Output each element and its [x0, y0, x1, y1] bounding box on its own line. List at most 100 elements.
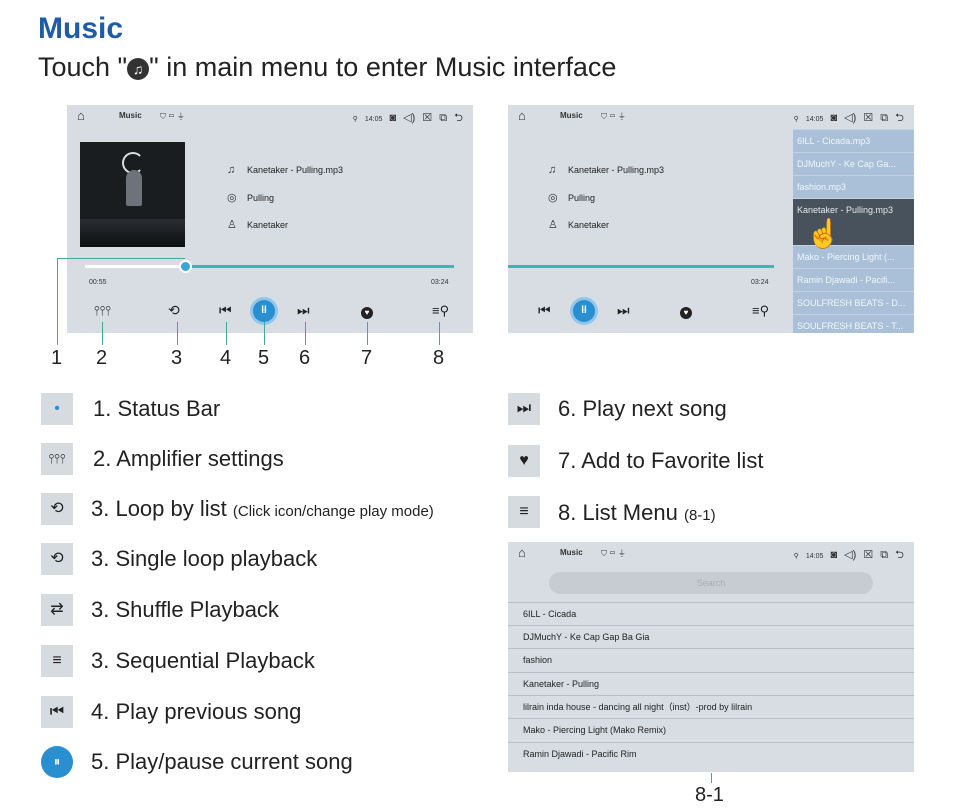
legend-text: 2. Amplifier settings	[93, 446, 284, 471]
legend-text: 3. Loop by list	[91, 496, 227, 521]
callout-number: 6	[299, 347, 311, 369]
search-input[interactable]: Search	[549, 572, 873, 594]
list-menu-figure-label: 8-1	[695, 784, 724, 806]
hand-pointer-icon: ☝	[806, 218, 841, 249]
status-indicator-icons: ⛉ ▭ ⏚	[601, 112, 626, 121]
person-icon: ♙	[548, 219, 558, 231]
gps-icon: ⚲	[793, 553, 799, 560]
favorite-icon[interactable]: ♥	[361, 307, 373, 319]
status-bar: ⌂ Music ⛉ ▭ ⏚ ⚲ 14:05 ◙ ◁) ☒ ⧉ ⮌	[508, 542, 914, 564]
callout-7-line	[367, 322, 368, 345]
clock: 14:05	[364, 116, 383, 123]
clock: 14:05	[805, 553, 824, 560]
list-item[interactable]: fashion	[508, 648, 914, 672]
home-icon[interactable]: ⌂	[518, 108, 526, 123]
play-pause-button[interactable]: ll	[253, 300, 275, 322]
album-art	[80, 142, 185, 247]
callout-number: 4	[220, 347, 232, 369]
legend-text: 4. Play previous song	[91, 699, 302, 724]
previous-icon[interactable]: ⏮	[219, 302, 232, 319]
callout-4-line	[226, 322, 227, 345]
previous-icon[interactable]: ⏮	[538, 302, 551, 319]
elapsed-time: 00:55	[89, 279, 107, 286]
callout-6-line	[305, 322, 306, 345]
playlist-item[interactable]: 6ILL - Cicada.mp3	[793, 129, 914, 153]
artist-name: Kanetaker	[568, 220, 610, 230]
person-icon: ♙	[227, 219, 237, 231]
callout-1-hline	[57, 258, 185, 259]
playlist-item[interactable]: Ramin Djawadi - Pacifi...	[793, 268, 914, 292]
list-item[interactable]: lilrain inda house - dancing all night（i…	[508, 695, 914, 719]
album-name: Pulling	[568, 193, 596, 203]
next-icon[interactable]: ⏭	[617, 302, 630, 319]
legend-text: 3. Sequential Playback	[91, 648, 315, 673]
list-menu-icon[interactable]: ≡⚲	[432, 303, 449, 319]
favorite-icon[interactable]: ♥	[680, 307, 692, 319]
legend-row: 3. Loop by list (Click icon/change play …	[91, 496, 434, 522]
artist-name: Kanetaker	[247, 220, 289, 230]
system-buttons[interactable]: ◙ ◁) ☒ ⧉ ⮌	[830, 549, 904, 561]
callout-5-line	[264, 322, 265, 345]
subtitle-text-after: " in main menu to enter Music interface	[149, 52, 617, 82]
list-menu-screen: ⌂ Music ⛉ ▭ ⏚ ⚲ 14:05 ◙ ◁) ☒ ⧉ ⮌ Search …	[508, 542, 914, 772]
legend-note: (8-1)	[683, 507, 716, 524]
legend-note: (Click icon/change play mode)	[232, 503, 434, 520]
playlist-item[interactable]: fashion.mp3	[793, 175, 914, 199]
next-icon[interactable]: ⏭	[297, 302, 310, 319]
screen-title: Music	[119, 111, 142, 120]
screen-title: Music	[560, 111, 583, 120]
list-item[interactable]: Kanetaker - Pulling	[508, 672, 914, 696]
list-item[interactable]: DJMuchY - Ke Cap Gap Ba Gia	[508, 625, 914, 649]
legend-text: 3. Single loop playback	[91, 546, 318, 571]
page-subtitle: Touch " ♫ " in main menu to enter Music in…	[38, 52, 616, 83]
progress-knob[interactable]	[179, 260, 192, 273]
status-right-group: ⚲ 14:05 ◙ ◁) ☒ ⧉ ⮌	[353, 109, 463, 128]
list-menu-icon[interactable]: ≡⚲	[752, 303, 769, 319]
home-icon[interactable]: ⌂	[77, 108, 85, 123]
total-time: 03:24	[751, 279, 769, 286]
list-item[interactable]: 6ILL - Cicada	[508, 602, 914, 626]
legend-text: 7. Add to Favorite list	[558, 448, 764, 473]
playlist-item[interactable]: SOULFRESH BEATS - D...	[793, 291, 914, 315]
callout-number: 3	[171, 347, 183, 369]
screen-title: Music	[560, 548, 583, 557]
album-row: ◎ Pulling	[548, 191, 595, 204]
music-app-icon: ♫	[127, 58, 150, 80]
shuffle-legend-icon: ⇄	[41, 594, 73, 626]
callout-number: 7	[361, 347, 373, 369]
home-icon[interactable]: ⌂	[518, 545, 526, 560]
subtitle-text-before: Touch "	[38, 52, 128, 82]
list-item[interactable]: Ramin Djawadi - Pacific Rim	[508, 742, 914, 766]
callout-8-line	[439, 322, 440, 345]
playlist-item[interactable]: SOULFRESH BEATS - T...	[793, 314, 914, 333]
legend-text: 3. Shuffle Playback	[91, 597, 279, 622]
loop-list-legend-icon: ⟲	[41, 493, 73, 525]
loop-mode-icon[interactable]: ⟲	[168, 302, 180, 319]
song-file-name: Kanetaker - Pulling.mp3	[568, 165, 665, 175]
song-file-row: ♫ Kanetaker - Pulling.mp3	[548, 164, 664, 176]
favorite-legend-icon: ♥	[508, 445, 540, 477]
progress-played	[85, 265, 185, 268]
legend-text: 1. Status Bar	[93, 396, 221, 421]
album-art-figure	[126, 170, 142, 206]
play-pause-button[interactable]: ll	[573, 300, 595, 322]
single-loop-legend-icon: ⟲	[41, 543, 73, 575]
list-item[interactable]: Mako - Piercing Light (Mako Remix)	[508, 718, 914, 742]
disc-icon: ◎	[548, 192, 558, 204]
status-right-group: ⚲ 14:05 ◙ ◁) ☒ ⧉ ⮌	[794, 109, 904, 128]
progress-track[interactable]	[508, 265, 774, 268]
sequential-legend-icon: ≡	[41, 645, 73, 677]
legend-text: 5. Play/pause current song	[91, 749, 353, 774]
playlist-item[interactable]: DJMuchY - Ke Cap Ga...	[793, 152, 914, 176]
callout-3-line	[177, 322, 178, 345]
album-name: Pulling	[247, 193, 275, 203]
artist-row: ♙ Kanetaker	[548, 218, 609, 231]
system-buttons[interactable]: ◙ ◁) ☒ ⧉ ⮌	[389, 112, 463, 124]
gps-icon: ⚲	[352, 116, 358, 123]
status-bar: ⌂ Music ⛉ ▭ ⏚ ⚲ 14:05 ◙ ◁) ☒ ⧉ ⮌	[67, 105, 473, 127]
album-row: ◎ Pulling	[227, 191, 274, 204]
system-buttons[interactable]: ◙ ◁) ☒ ⧉ ⮌	[830, 112, 904, 124]
previous-legend-icon: ⏮	[41, 696, 73, 728]
amplifier-icon[interactable]: ⫯⫯⫯	[94, 303, 111, 319]
status-bar: ⌂ Music ⛉ ▭ ⏚ ⚲ 14:05 ◙ ◁) ☒ ⧉ ⮌	[508, 105, 914, 127]
